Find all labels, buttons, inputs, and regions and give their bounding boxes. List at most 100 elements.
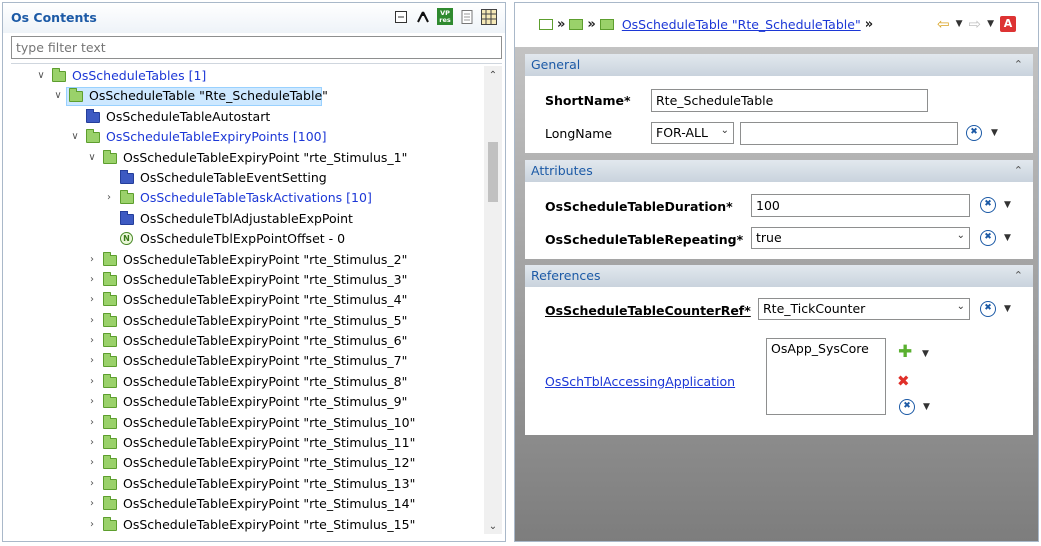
accessing-application-list[interactable]: OsApp_SysCore <box>766 338 886 415</box>
add-icon[interactable]: ✚ <box>898 342 912 362</box>
tree-row[interactable]: › OsScheduleTableTaskActivations [10] <box>11 188 479 208</box>
chevron-down-icon[interactable]: ∨ <box>35 66 47 86</box>
tree-row[interactable]: › OsScheduleTableExpiryPoint "rte_Stimulu… <box>11 250 479 270</box>
chevron-right-icon[interactable]: › <box>86 331 98 351</box>
breadcrumb-separator-icon[interactable]: » <box>865 17 873 32</box>
accessing-application-label[interactable]: OsSchTblAccessingApplication <box>545 374 735 389</box>
tree-row[interactable]: › OsScheduleTableExpiryPoint "rte_Stimulu… <box>11 311 479 331</box>
chevron-right-icon[interactable]: › <box>86 351 98 371</box>
vp-res-icon[interactable]: VP res <box>437 8 453 25</box>
link-icon[interactable] <box>415 9 431 25</box>
collapse-all-icon[interactable] <box>393 9 409 25</box>
a-validation-icon[interactable]: A <box>1000 16 1016 32</box>
tree-row[interactable]: › OsScheduleTableExpiryPoint "rte_Stimulu… <box>11 494 479 514</box>
tree-item-label: OsScheduleTableExpiryPoint "rte_Stimulus… <box>123 455 416 471</box>
tree-row[interactable]: › OsScheduleTableExpiryPoint "rte_Stimulu… <box>11 433 479 453</box>
wrench-icon[interactable]: ✖ <box>899 399 915 415</box>
tree-row[interactable]: OsScheduleTableAutostart <box>11 107 479 127</box>
collapse-icon[interactable]: ⌃ <box>1014 160 1023 182</box>
vertical-scrollbar[interactable]: ⌃ ⌄ <box>484 66 502 534</box>
tree-row[interactable]: › OsScheduleTableExpiryPoint "rte_Stimulu… <box>11 515 479 535</box>
document-icon[interactable] <box>459 9 475 25</box>
chevron-right-icon[interactable]: › <box>86 311 98 331</box>
tree-row[interactable]: ∨ OsScheduleTableExpiryPoint "rte_Stimulu… <box>11 148 479 168</box>
tree-row[interactable]: N OsScheduleTblExpPointOffset - 0 <box>11 229 479 249</box>
breadcrumb-separator-icon[interactable]: » <box>557 17 565 32</box>
scroll-up-icon[interactable]: ⌃ <box>484 70 502 81</box>
dropdown-icon[interactable]: ▼ <box>923 402 930 412</box>
tree-row[interactable]: › OsScheduleTableExpiryPoint "rte_Stimulu… <box>11 372 479 392</box>
dropdown-icon[interactable]: ▼ <box>1004 233 1011 243</box>
collapse-icon[interactable]: ⌃ <box>1014 54 1023 76</box>
tree-row[interactable]: › OsScheduleTableExpiryPoint "rte_Stimulu… <box>11 270 479 290</box>
folder-icon <box>103 271 117 286</box>
chevron-right-icon[interactable]: › <box>86 290 98 310</box>
dropdown-icon[interactable]: ▼ <box>1004 200 1011 210</box>
general-section-header[interactable]: General ⌃ <box>525 54 1033 76</box>
dropdown-icon[interactable]: ▼ <box>991 128 998 138</box>
chevron-down-icon[interactable]: ∨ <box>69 127 81 147</box>
longname-field[interactable] <box>740 122 958 145</box>
dropdown-icon[interactable]: ▼ <box>922 349 929 359</box>
editor-header: » » OsScheduleTable "Rte_ScheduleTable" … <box>515 3 1038 47</box>
back-arrow-icon[interactable]: ⇦ <box>937 15 950 33</box>
table-icon[interactable] <box>481 8 497 25</box>
tree-row[interactable]: › OsScheduleTableExpiryPoint "rte_Stimulu… <box>11 413 479 433</box>
chevron-right-icon[interactable]: › <box>86 474 98 494</box>
tree-row[interactable]: ∨ OsScheduleTable "Rte_ScheduleTable" <box>11 86 479 107</box>
chevron-right-icon[interactable]: › <box>86 250 98 270</box>
chevron-right-icon[interactable]: › <box>86 270 98 290</box>
root-icon[interactable] <box>539 19 553 30</box>
tree-row[interactable]: OsScheduleTableEventSetting <box>11 168 479 188</box>
folder-icon[interactable] <box>599 19 614 30</box>
list-item[interactable]: OsApp_SysCore <box>771 341 881 356</box>
chevron-right-icon[interactable]: › <box>86 392 98 412</box>
counter-ref-select[interactable]: Rte_TickCounter ⌄ <box>758 298 970 320</box>
forward-dropdown-icon[interactable]: ▼ <box>987 19 994 29</box>
tree-row[interactable]: › OsScheduleTableExpiryPoint "rte_Stimulu… <box>11 351 479 371</box>
filter-input[interactable] <box>11 36 502 59</box>
longname-language-select[interactable]: FOR-ALL ⌄ <box>651 122 734 144</box>
tree-row[interactable]: › OsScheduleTableExpiryPoint "rte_Stimulu… <box>11 453 479 473</box>
repeating-select[interactable]: true ⌄ <box>751 227 970 249</box>
chevron-right-icon[interactable]: › <box>103 188 115 208</box>
scroll-down-icon[interactable]: ⌄ <box>484 521 502 532</box>
wrench-icon[interactable]: ✖ <box>980 197 996 213</box>
tree-row[interactable]: › OsScheduleTableExpiryPoint "rte_Stimulu… <box>11 331 479 351</box>
tree-row[interactable]: › OsScheduleTableExpiryPoint "rte_Stimulu… <box>11 474 479 494</box>
tree-row[interactable]: › OsScheduleTableExpiryPoint "rte_Stimulu… <box>11 290 479 310</box>
delete-icon[interactable]: ✖ <box>897 372 910 390</box>
wrench-icon[interactable]: ✖ <box>966 125 982 141</box>
tree-row[interactable]: OsScheduleTblAdjustableExpPoint <box>11 209 479 229</box>
attributes-section-header[interactable]: Attributes ⌃ <box>525 160 1033 182</box>
scroll-thumb[interactable] <box>488 142 498 202</box>
chevron-right-icon[interactable]: › <box>86 413 98 433</box>
forward-arrow-icon[interactable]: ⇨ <box>969 15 982 33</box>
tree-item-label: OsScheduleTableExpiryPoint "rte_Stimulus… <box>123 373 408 389</box>
chevron-down-icon[interactable]: ∨ <box>52 86 64 106</box>
collapse-icon[interactable]: ⌃ <box>1014 265 1023 287</box>
chevron-down-icon[interactable]: ∨ <box>86 148 98 168</box>
chevron-right-icon[interactable]: › <box>86 453 98 473</box>
tree-row[interactable]: › OsScheduleTableExpiryPoint "rte_Stimulu… <box>11 392 479 412</box>
dropdown-icon[interactable]: ▼ <box>1004 304 1011 314</box>
tree-row[interactable]: ∨ OsScheduleTableExpiryPoints [100] <box>11 127 479 147</box>
counter-ref-label[interactable]: OsScheduleTableCounterRef* <box>545 303 751 318</box>
folder-icon <box>52 68 66 82</box>
chevron-right-icon[interactable]: › <box>86 372 98 392</box>
duration-field[interactable]: 100 <box>751 194 970 217</box>
breadcrumb-link[interactable]: OsScheduleTable "Rte_ScheduleTable" <box>622 17 861 32</box>
shortname-field[interactable]: Rte_ScheduleTable <box>651 89 928 112</box>
wrench-icon[interactable]: ✖ <box>980 301 996 317</box>
folder-icon[interactable] <box>569 19 584 30</box>
chevron-right-icon[interactable]: › <box>86 515 98 535</box>
wrench-icon[interactable]: ✖ <box>980 230 996 246</box>
back-dropdown-icon[interactable]: ▼ <box>956 19 963 29</box>
references-section-header[interactable]: References ⌃ <box>525 265 1033 287</box>
folder-icon <box>103 435 117 450</box>
tree-row[interactable]: ∨ OsScheduleTables [1] <box>11 66 479 86</box>
breadcrumb-separator-icon[interactable]: » <box>587 17 595 32</box>
chevron-right-icon[interactable]: › <box>86 433 98 453</box>
chevron-right-icon[interactable]: › <box>86 494 98 514</box>
tree-view: ∨ OsScheduleTables [1] ∨ OsScheduleTable "R… <box>11 63 502 535</box>
